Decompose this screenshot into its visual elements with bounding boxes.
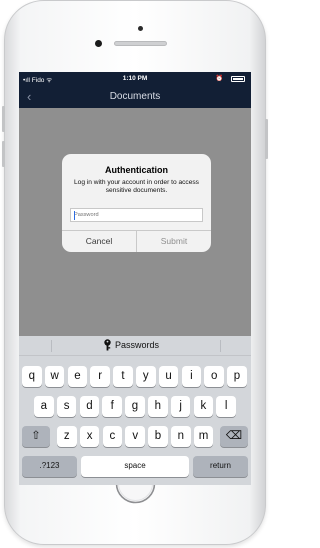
key-s[interactable]: s [56,396,77,417]
navigation-bar: ‹ Documents [19,86,251,108]
key-n[interactable]: n [171,426,191,447]
key-y[interactable]: y [136,366,156,387]
delete-key[interactable]: ⌫ [220,426,248,447]
key-icon [104,339,111,351]
key-t[interactable]: t [113,366,133,387]
key-l[interactable]: l [216,396,236,417]
cancel-button[interactable]: Cancel [62,231,136,252]
volume-up-button [2,106,5,132]
text-cursor [74,211,75,220]
key-j[interactable]: j [170,396,191,417]
key-m[interactable]: m [193,426,214,447]
suggestion-divider [51,340,52,352]
key-d[interactable]: d [79,396,100,417]
passwords-suggestion[interactable]: Passwords [103,339,159,351]
dialog-title: Authentication [105,165,168,175]
keyboard: Passwords ⇧ ⌫ .?123 space return qwertyu… [19,336,251,485]
front-sensor [138,26,143,31]
dialog-message: Log in with your account in order to acc… [74,179,199,194]
key-v[interactable]: v [125,426,145,447]
numbers-key[interactable]: .?123 [22,456,77,477]
status-bar: •ıll Fido ᯤ 1:10 PM ⏰ [19,72,251,86]
key-q[interactable]: q [22,366,42,387]
key-b[interactable]: b [148,426,168,447]
key-p[interactable]: p [227,366,247,387]
quicktype-bar: Passwords [19,336,251,356]
password-input[interactable] [70,208,203,222]
key-z[interactable]: z [57,426,77,447]
front-camera [95,40,102,47]
volume-down-button [2,141,5,167]
suggestion-divider [220,340,221,352]
screen: •ıll Fido ᯤ 1:10 PM ⏰ ‹ Documents Authen… [19,72,251,485]
key-a[interactable]: a [34,396,54,417]
key-k[interactable]: k [193,396,214,417]
key-g[interactable]: g [125,396,145,417]
return-key[interactable]: return [193,456,248,477]
key-u[interactable]: u [158,366,179,387]
key-i[interactable]: i [181,366,202,387]
key-c[interactable]: c [102,426,123,447]
battery-icon [231,76,245,82]
key-o[interactable]: o [204,366,224,387]
key-h[interactable]: h [148,396,168,417]
earpiece-speaker [114,41,167,46]
alarm-icon: ⏰ [215,76,223,82]
shift-key[interactable]: ⇧ [22,426,50,447]
key-e[interactable]: e [67,366,88,387]
submit-button[interactable]: Submit [137,231,211,252]
key-x[interactable]: x [79,426,100,447]
key-r[interactable]: r [90,366,110,387]
key-w[interactable]: w [44,366,65,387]
space-key[interactable]: space [81,456,189,477]
passwords-label: Passwords [115,340,160,350]
authentication-dialog: Authentication Log in with your account … [62,154,211,252]
power-button [265,119,268,159]
key-f[interactable]: f [102,396,122,417]
page-title: Documents [109,91,161,102]
